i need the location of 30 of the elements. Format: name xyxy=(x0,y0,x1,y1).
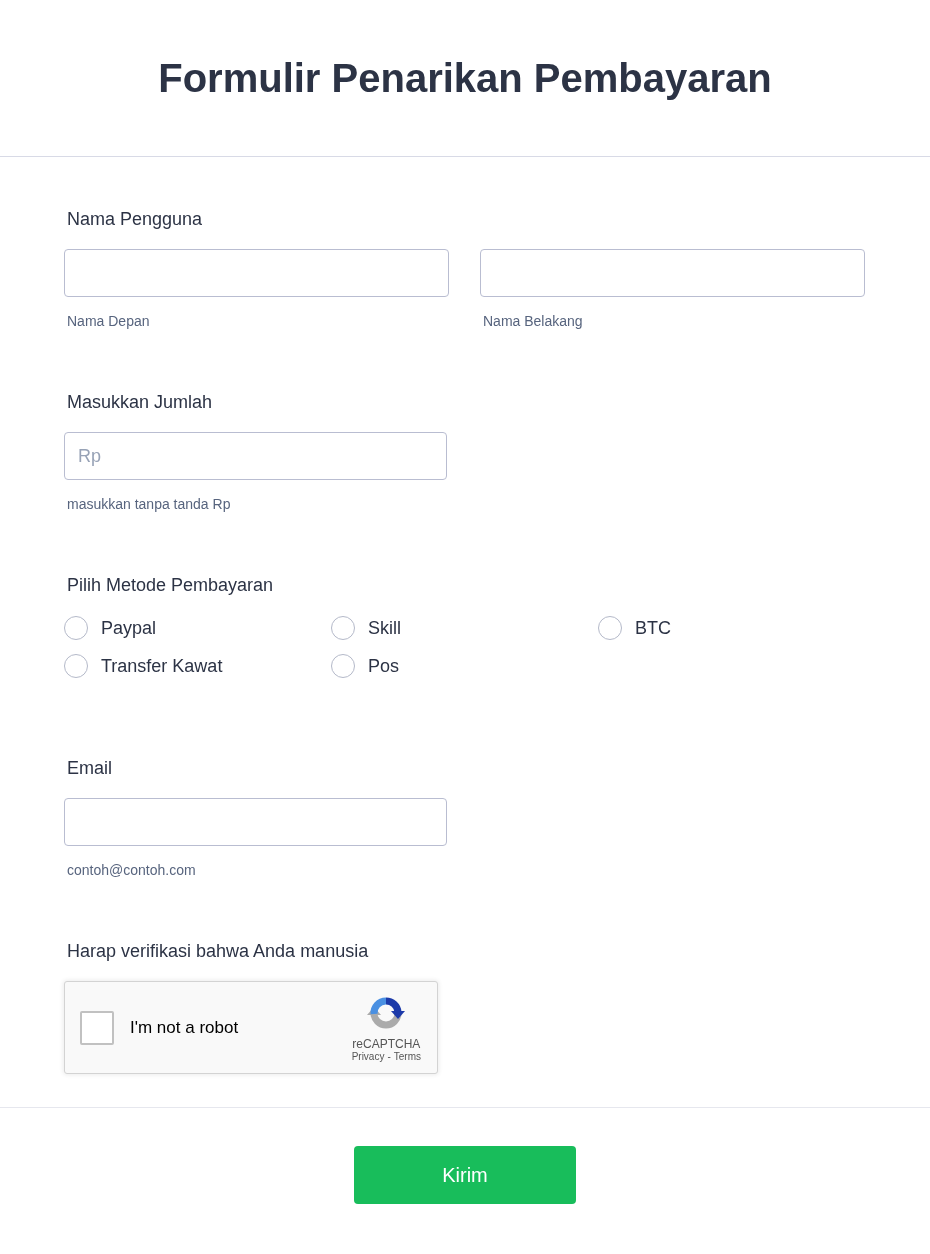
radio-button[interactable] xyxy=(331,616,355,640)
field-label: Nama Pengguna xyxy=(67,208,203,231)
field-hint: contoh@contoh.com xyxy=(67,861,196,879)
captcha-label: I'm not a robot xyxy=(130,1016,240,1039)
input-field[interactable]: Rp xyxy=(64,432,447,480)
link-separator: - xyxy=(387,1050,391,1063)
field-label: Email xyxy=(67,757,112,780)
field-label: Harap verifikasi bahwa Anda manusia xyxy=(67,940,369,963)
radio-button[interactable] xyxy=(64,616,88,640)
radio-button[interactable] xyxy=(331,654,355,678)
input-field[interactable] xyxy=(480,249,865,297)
radio-label[interactable]: Paypal xyxy=(101,616,157,640)
field-label: Masukkan Jumlah xyxy=(67,391,213,414)
form-title: Formulir Penarikan Pembayaran xyxy=(158,55,772,102)
input-field[interactable] xyxy=(64,798,447,846)
captcha-checkbox[interactable] xyxy=(80,1010,114,1045)
footer-link[interactable]: Privacy xyxy=(351,1050,385,1063)
field-hint: masukkan tanpa tanda Rp xyxy=(67,495,231,513)
field-hint: Nama Belakang xyxy=(483,312,583,330)
captcha-brand: reCAPTCHA xyxy=(352,1036,421,1051)
radio-button[interactable] xyxy=(64,654,88,678)
radio-label[interactable]: Skill xyxy=(368,616,401,640)
footer-link[interactable]: Terms xyxy=(393,1050,421,1063)
input-field[interactable] xyxy=(64,249,449,297)
radio-button[interactable] xyxy=(598,616,622,640)
field-hint: Nama Depan xyxy=(67,312,150,330)
radio-label[interactable]: Transfer Kawat xyxy=(101,654,223,678)
radio-label[interactable]: BTC xyxy=(635,616,671,640)
field-label: Pilih Metode Pembayaran xyxy=(67,574,274,597)
radio-label[interactable]: Pos xyxy=(368,654,400,678)
